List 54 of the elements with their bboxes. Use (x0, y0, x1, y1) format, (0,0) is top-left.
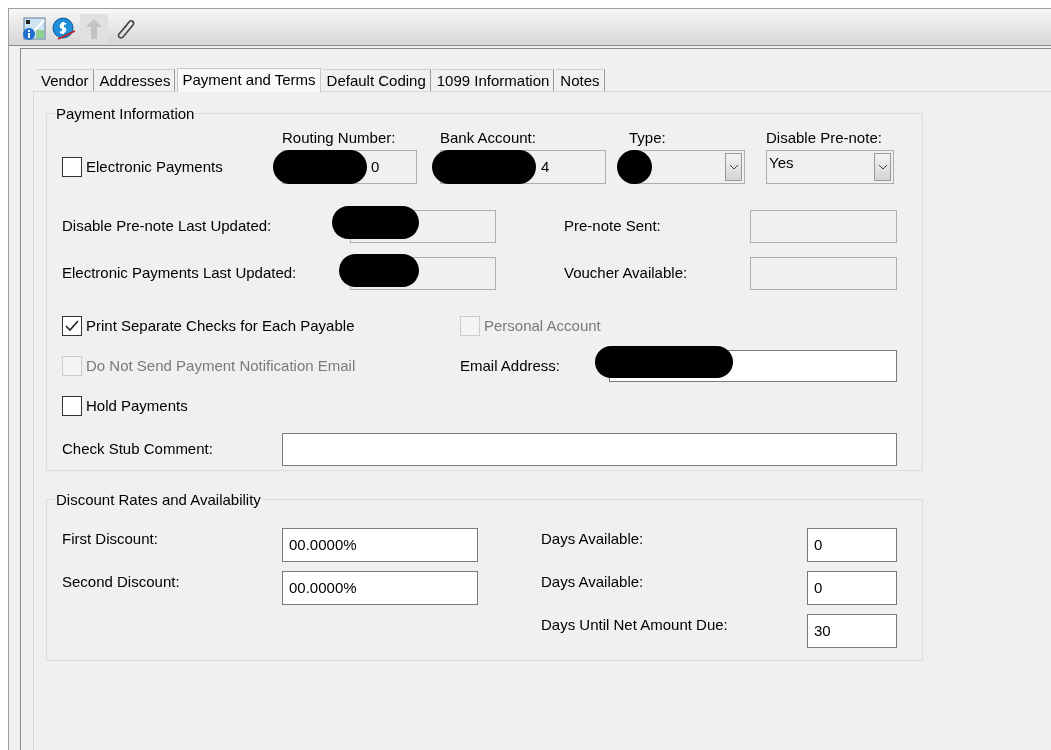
field-label: Days Available: (541, 529, 644, 549)
field-label: Pre-note Sent: (564, 216, 661, 237)
input-field[interactable] (750, 257, 897, 290)
dropdown-arrow-button[interactable] (874, 153, 891, 181)
field-label: Check Stub Comment: (62, 439, 213, 460)
chevron-down-icon (877, 164, 888, 170)
dropdown-value: Yes (769, 153, 794, 173)
chevron-down-icon (728, 164, 739, 170)
tab[interactable]: Payment and Terms (177, 68, 321, 92)
field-label: Bank Account: (440, 128, 537, 148)
field-label: First Discount: (62, 529, 158, 549)
tab[interactable]: Notes (556, 69, 605, 91)
field-value: 4 (541, 156, 550, 177)
input-field[interactable] (282, 433, 897, 466)
input-field[interactable]: 30 (807, 614, 897, 648)
checkbox-label: Hold Payments (86, 395, 188, 416)
field-label: Voucher Available: (564, 263, 688, 284)
dropdown[interactable]: Yes (766, 150, 894, 184)
tab[interactable]: Vendor (37, 69, 94, 91)
input-field[interactable]: 0 (807, 571, 897, 605)
field-label: Second Discount: (62, 572, 180, 592)
field-label: Disable Pre-note Last Updated: (62, 216, 272, 237)
tab[interactable]: 1099 Information (432, 69, 555, 91)
info-grid-icon (22, 17, 46, 41)
field-value: 00.0000% (289, 534, 357, 555)
dropdown-arrow-button[interactable] (725, 153, 742, 181)
field-label: Days Until Net Amount Due: (541, 615, 728, 635)
input-field[interactable]: 00.0000% (282, 528, 478, 562)
field-value: 0 (814, 534, 823, 555)
field-label: Type: (629, 128, 667, 148)
checkbox-label: Electronic Payments (86, 156, 223, 177)
checkmark-icon (65, 320, 79, 332)
redaction-overlay (617, 150, 652, 184)
input-field[interactable]: 00.0000% (282, 571, 478, 605)
field-value: 0 (371, 156, 380, 177)
field-label: Routing Number: (282, 128, 397, 148)
field-value: 0 (814, 577, 823, 598)
checkbox[interactable] (62, 157, 82, 177)
tab[interactable]: Addresses (95, 69, 176, 91)
checkbox-label: Print Separate Checks for Each Payable (86, 315, 355, 336)
field-label: Electronic Payments Last Updated: (62, 263, 297, 284)
checkbox[interactable] (62, 396, 82, 416)
field-value: 00.0000% (289, 577, 357, 598)
field-label: Disable Pre-note: (766, 128, 883, 148)
dollar-coin-icon (52, 17, 76, 41)
checkbox-label: Personal Account (484, 315, 601, 336)
field-label: Email Address: (460, 355, 561, 376)
field-value: 30 (814, 620, 831, 641)
checkbox[interactable] (62, 316, 82, 336)
input-field[interactable]: 0 (807, 528, 897, 562)
tab[interactable]: Default Coding (322, 69, 431, 91)
checkbox-label: Do Not Send Payment Notification Email (86, 355, 356, 376)
input-field[interactable] (750, 210, 897, 243)
field-label: Days Available: (541, 572, 644, 592)
